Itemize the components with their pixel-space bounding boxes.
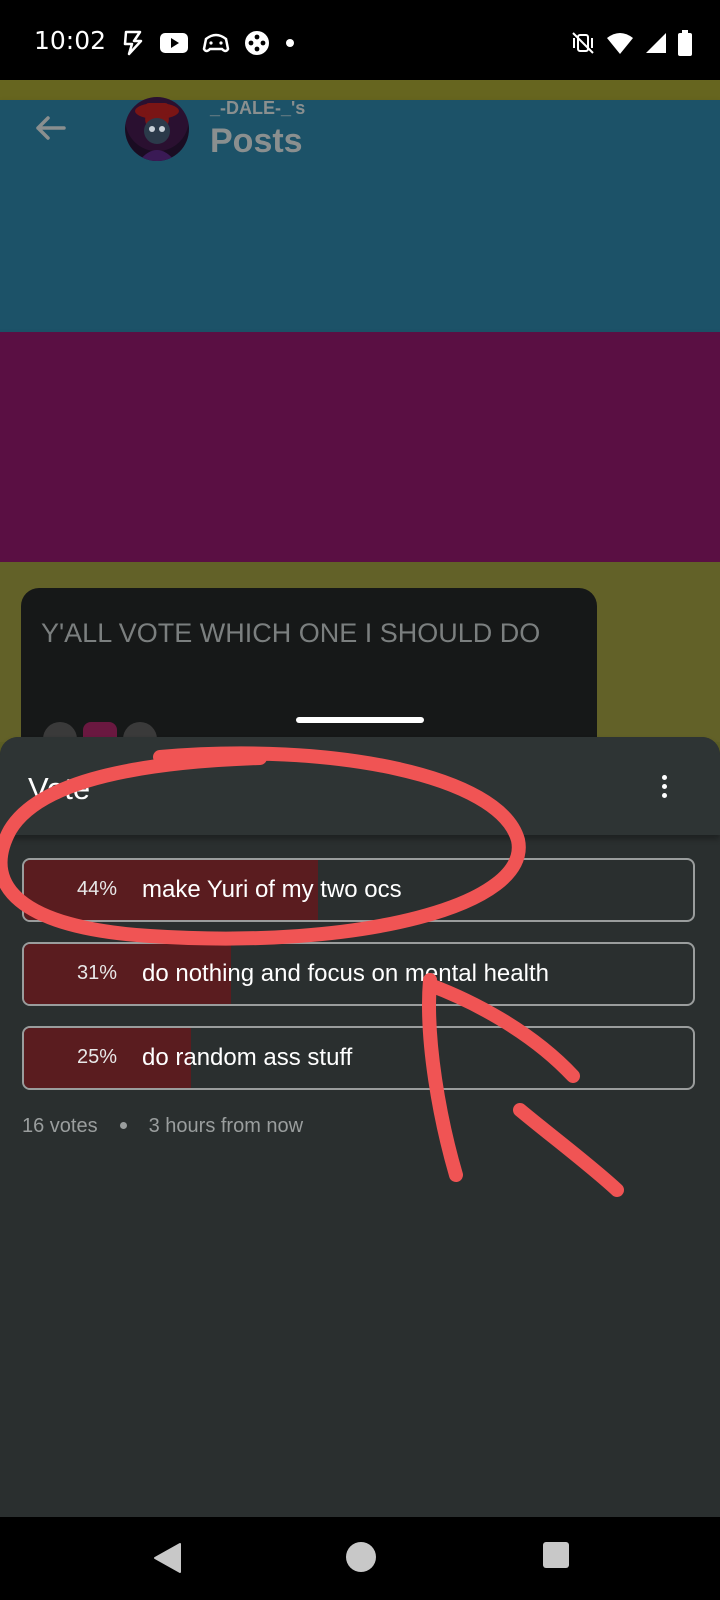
status-time: 10:02: [34, 26, 107, 55]
poll-option-label: do nothing and focus on mental health: [142, 960, 549, 987]
poll-option-label: make Yuri of my two ocs: [142, 876, 402, 903]
poll-option-percent: 25%: [77, 1046, 118, 1068]
page-title: Posts: [210, 122, 303, 160]
sheet-drag-handle[interactable]: [296, 717, 424, 723]
vibrate-off-icon: [572, 32, 594, 54]
vote-count: 16 votes: [22, 1115, 98, 1137]
home-nav-icon[interactable]: [345, 1541, 377, 1573]
dot-icon: [286, 39, 294, 47]
post-title: Y'ALL VOTE WHICH ONE I SHOULD DO: [41, 618, 541, 648]
post-author[interactable]: _-DALE-_'s: [210, 98, 305, 119]
more-options-icon[interactable]: [656, 775, 672, 801]
poll-option-2[interactable]: 31% do nothing and focus on mental healt…: [22, 942, 695, 1006]
status-icons-left: [120, 30, 296, 56]
status-bar: 10:02: [0, 0, 720, 80]
post-card[interactable]: Y'ALL VOTE WHICH ONE I SHOULD DO: [21, 588, 597, 758]
lightning-app-icon: [123, 30, 143, 56]
wifi-icon: [607, 33, 633, 54]
signal-icon: [646, 33, 666, 53]
separator-dot: [119, 1121, 127, 1129]
battery-icon: [678, 30, 692, 56]
back-nav-icon[interactable]: [152, 1541, 182, 1575]
poll-option-label: do random ass stuff: [142, 1044, 353, 1071]
back-arrow-icon[interactable]: [32, 110, 68, 146]
poll-option-percent: 44%: [77, 878, 118, 900]
poll-meta: 16 votes 3 hours from now: [22, 1115, 303, 1138]
games-app-icon: [245, 31, 269, 55]
poll-option-1[interactable]: 44% make Yuri of my two ocs: [22, 858, 695, 922]
poll-time-remaining: 3 hours from now: [148, 1115, 304, 1137]
sheet-header: Vote: [0, 737, 720, 835]
avatar[interactable]: [125, 97, 189, 161]
sheet-title: Vote: [28, 771, 91, 806]
status-icons-right: [570, 30, 692, 56]
avatar-image: [135, 103, 179, 161]
youtube-icon: [160, 33, 188, 53]
recents-nav-icon[interactable]: [542, 1541, 570, 1569]
background-stripe: [0, 332, 720, 562]
navigation-bar: [0, 1517, 720, 1600]
poll-option-3[interactable]: 25% do random ass stuff: [22, 1026, 695, 1090]
game-controller-icon: [202, 33, 230, 53]
poll-option-percent: 31%: [77, 962, 118, 984]
background-stripe: [0, 100, 720, 332]
background-stripe: [0, 80, 720, 100]
